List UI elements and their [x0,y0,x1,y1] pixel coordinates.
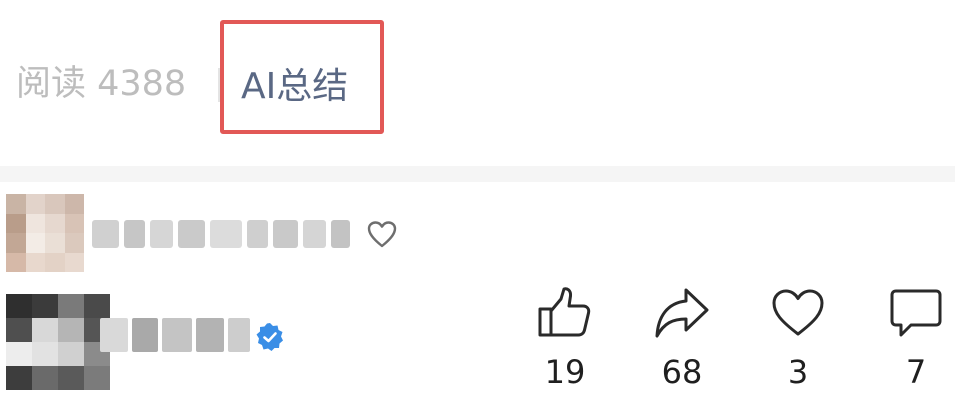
favorite-count: 3 [787,353,809,391]
comment-icon [890,289,942,337]
heart-icon [772,289,824,336]
blurred-username[interactable] [100,314,250,356]
share-button[interactable]: 68 [642,284,722,394]
heart-icon[interactable] [366,219,398,249]
like-button[interactable]: 19 [525,284,605,394]
thumbs-up-icon [538,287,591,337]
blurred-comment-text [92,216,350,252]
share-icon [655,288,709,338]
ai-summary-button[interactable]: AI总结 [220,20,384,134]
favorite-button[interactable]: 3 [758,284,838,394]
verified-badge-icon [256,323,283,351]
avatar[interactable] [6,194,84,272]
read-count: 阅读 4388 [16,64,187,104]
like-count: 19 [544,353,586,391]
share-count: 68 [661,353,703,391]
ai-summary-label: AI总结 [241,66,349,107]
avatar[interactable] [6,294,110,390]
comment-count: 7 [905,353,927,391]
section-separator [0,166,955,182]
comment-button[interactable]: 7 [876,284,955,394]
